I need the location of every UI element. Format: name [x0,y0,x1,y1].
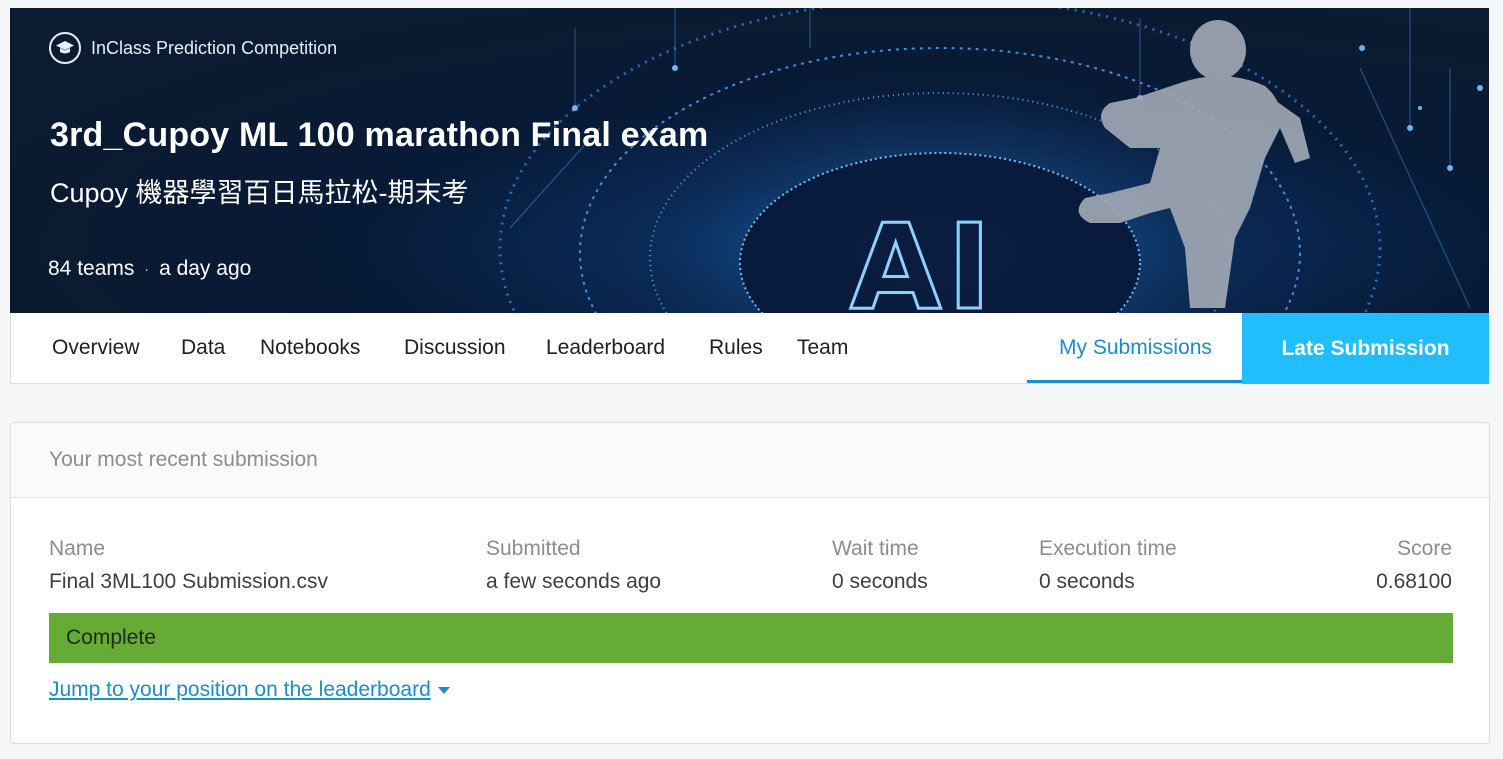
competition-type-label: InClass Prediction Competition [91,37,338,58]
card-header: Your most recent submission [11,423,1489,498]
competition-banner: AI InClass Prediction Competition 3rd_Cu… [10,8,1489,313]
tab-leaderboard[interactable]: Leaderboard [546,313,665,383]
wait-time-value: 0 seconds [832,570,928,593]
tab-overview[interactable]: Overview [52,313,140,383]
tab-data[interactable]: Data [181,313,225,383]
recent-submission-card: Your most recent submission Name Final 3… [10,422,1490,744]
team-count: 84 teams [48,257,135,280]
late-submission-button[interactable]: Late Submission [1242,313,1489,384]
competition-nav: Overview Data Notebooks Discussion Leade… [10,313,1489,384]
tab-rules[interactable]: Rules [709,313,763,383]
graduation-cap-icon [49,32,81,64]
tab-notebooks[interactable]: Notebooks [260,313,360,383]
submitted-label: Submitted [486,537,581,560]
name-value: Final 3ML100 Submission.csv [49,570,328,593]
score-label: Score [1397,537,1452,560]
tab-my-submissions[interactable]: My Submissions [1027,313,1244,383]
competition-type: InClass Prediction Competition [49,30,337,66]
execution-time-value: 0 seconds [1039,570,1135,593]
submitted-value: a few seconds ago [486,570,662,593]
tab-discussion[interactable]: Discussion [404,313,506,383]
tab-team[interactable]: Team [797,313,848,383]
name-label: Name [49,537,106,560]
execution-time-column: Execution time 0 seconds [1039,537,1177,594]
score-value: 0.68100 [1376,570,1452,593]
wait-time-label: Wait time [832,537,919,560]
submission-name-column: Name Final 3ML100 Submission.csv [49,537,328,594]
competition-title: 3rd_Cupoy ML 100 marathon Final exam [50,116,709,154]
updated-time: a day ago [159,257,252,280]
status-text: Complete [66,626,156,649]
competition-meta: 84 teams · a day ago [48,257,251,281]
page: AI InClass Prediction Competition 3rd_Cu… [0,0,1503,759]
jump-to-leaderboard-link[interactable]: Jump to your position on the leaderboard [49,678,450,702]
card-header-title: Your most recent submission [49,448,318,471]
jump-link-label: Jump to your position on the leaderboard [49,678,431,701]
caret-down-icon [437,686,450,694]
meta-separator: · [144,261,150,277]
wait-time-column: Wait time 0 seconds [832,537,928,594]
execution-time-label: Execution time [1039,537,1177,560]
competition-subtitle: Cupoy 機器學習百日馬拉松-期末考 [50,178,469,208]
banner-ai-text: AI [850,198,997,313]
submitted-column: Submitted a few seconds ago [486,537,661,594]
score-column: Score 0.68100 [1376,537,1452,594]
status-badge: Complete [49,613,1453,663]
